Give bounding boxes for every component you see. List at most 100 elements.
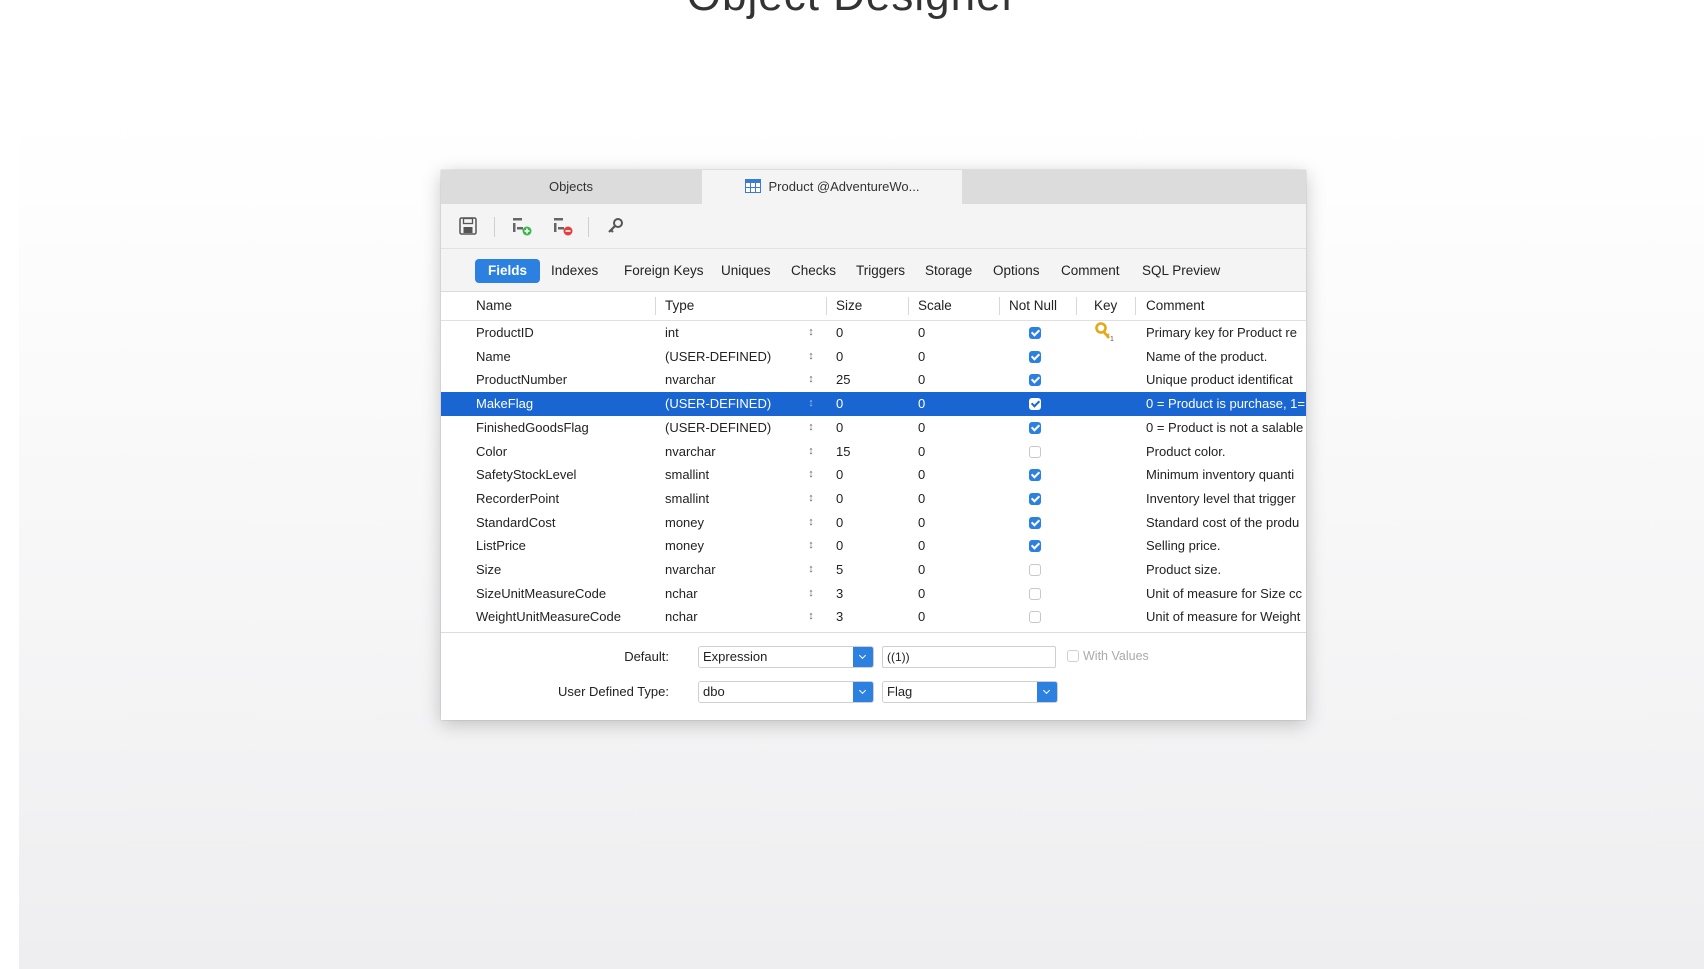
key-cell[interactable] [1092, 582, 1122, 606]
table-row[interactable]: Size nvarchar ↕ 5 0 Product size. [441, 558, 1306, 582]
field-type[interactable]: nvarchar [665, 440, 800, 464]
column-header-size[interactable]: Size [836, 292, 862, 320]
type-stepper-icon[interactable]: ↕ [804, 511, 818, 535]
field-size[interactable]: 0 [836, 321, 906, 345]
type-stepper-icon[interactable]: ↕ [804, 582, 818, 606]
type-stepper-icon[interactable]: ↕ [804, 392, 818, 416]
field-size[interactable]: 5 [836, 558, 906, 582]
subtab-indexes[interactable]: Indexes [538, 259, 611, 283]
field-size[interactable]: 0 [836, 345, 906, 369]
field-name[interactable]: MakeFlag [476, 392, 646, 416]
field-size[interactable]: 0 [836, 463, 906, 487]
not-null-checkbox[interactable] [1029, 392, 1045, 416]
field-scale[interactable]: 0 [918, 345, 988, 369]
save-icon[interactable] [456, 214, 480, 238]
table-row[interactable]: FinishedGoodsFlag (USER-DEFINED) ↕ 0 0 0 = Pr… [441, 416, 1306, 440]
key-cell[interactable] [1092, 605, 1122, 629]
field-name[interactable]: SizeUnitMeasureCode [476, 582, 646, 606]
field-scale[interactable]: 0 [918, 463, 988, 487]
table-row[interactable]: WeightUnitMeasureCode nchar ↕ 3 0 Unit of mea… [441, 605, 1306, 629]
field-type[interactable]: money [665, 534, 800, 558]
field-type[interactable]: smallint [665, 487, 800, 511]
field-type[interactable]: int [665, 321, 800, 345]
type-stepper-icon[interactable]: ↕ [804, 440, 818, 464]
not-null-checkbox[interactable] [1029, 534, 1045, 558]
field-name[interactable]: SafetyStockLevel [476, 463, 646, 487]
not-null-checkbox[interactable] [1029, 605, 1045, 629]
key-cell[interactable] [1092, 392, 1122, 416]
table-row[interactable]: RecorderPoint smallint ↕ 0 0 Inventory level … [441, 487, 1306, 511]
table-row[interactable]: ProductNumber nvarchar ↕ 25 0 Unique product … [441, 368, 1306, 392]
field-type[interactable]: nchar [665, 605, 800, 629]
not-null-checkbox[interactable] [1029, 368, 1045, 392]
field-scale[interactable]: 0 [918, 487, 988, 511]
subtab-fields[interactable]: Fields [475, 259, 541, 283]
field-size[interactable]: 0 [836, 392, 906, 416]
field-comment[interactable]: 0 = Product is not a salable [1146, 416, 1306, 440]
field-name[interactable]: FinishedGoodsFlag [476, 416, 646, 440]
subtab-comment[interactable]: Comment [1048, 259, 1133, 283]
field-size[interactable]: 25 [836, 368, 906, 392]
key-cell[interactable] [1092, 558, 1122, 582]
not-null-checkbox[interactable] [1029, 345, 1045, 369]
type-stepper-icon[interactable]: ↕ [804, 558, 818, 582]
add-field-icon[interactable] [510, 214, 534, 238]
field-name[interactable]: ProductNumber [476, 368, 646, 392]
field-size[interactable]: 0 [836, 511, 906, 535]
field-type[interactable]: (USER-DEFINED) [665, 416, 800, 440]
field-name[interactable]: StandardCost [476, 511, 646, 535]
field-name[interactable]: WeightUnitMeasureCode [476, 605, 646, 629]
key-cell[interactable] [1092, 534, 1122, 558]
field-size[interactable]: 0 [836, 487, 906, 511]
field-type[interactable]: smallint [665, 463, 800, 487]
type-stepper-icon[interactable]: ↕ [804, 605, 818, 629]
type-stepper-icon[interactable]: ↕ [804, 534, 818, 558]
table-row[interactable]: ProductID int ↕ 0 0 1 Primary key for Product … [441, 321, 1306, 345]
field-type[interactable]: (USER-DEFINED) [665, 392, 800, 416]
field-name[interactable]: ProductID [476, 321, 646, 345]
field-comment[interactable]: Primary key for Product re [1146, 321, 1306, 345]
field-comment[interactable]: Standard cost of the produ [1146, 511, 1306, 535]
field-scale[interactable]: 0 [918, 392, 988, 416]
field-scale[interactable]: 0 [918, 534, 988, 558]
table-row[interactable]: SafetyStockLevel smallint ↕ 0 0 Minimum inven… [441, 463, 1306, 487]
field-comment[interactable]: Name of the product. [1146, 345, 1306, 369]
field-size[interactable]: 3 [836, 582, 906, 606]
subtab-options[interactable]: Options [980, 259, 1053, 283]
table-row[interactable]: Color nvarchar ↕ 15 0 Product color. [441, 440, 1306, 464]
not-null-checkbox[interactable] [1029, 463, 1045, 487]
table-row[interactable]: Name (USER-DEFINED) ↕ 0 0 Name of the product… [441, 345, 1306, 369]
field-comment[interactable]: Product size. [1146, 558, 1306, 582]
field-comment[interactable]: Unit of measure for Size cc [1146, 582, 1306, 606]
field-comment[interactable]: Selling price. [1146, 534, 1306, 558]
table-row[interactable]: ListPrice money ↕ 0 0 Selling price. [441, 534, 1306, 558]
key-cell[interactable] [1092, 463, 1122, 487]
key-cell[interactable] [1092, 345, 1122, 369]
table-row[interactable]: StandardCost money ↕ 0 0 Standard cost of the… [441, 511, 1306, 535]
column-header-type[interactable]: Type [665, 292, 694, 320]
udt-type-combo[interactable]: Flag [882, 681, 1058, 703]
column-header-name[interactable]: Name [476, 292, 512, 320]
key-cell[interactable] [1092, 440, 1122, 464]
key-cell[interactable] [1092, 368, 1122, 392]
type-stepper-icon[interactable]: ↕ [804, 463, 818, 487]
tab-objects[interactable]: Objects [441, 170, 701, 204]
field-name[interactable]: RecorderPoint [476, 487, 646, 511]
field-name[interactable]: ListPrice [476, 534, 646, 558]
field-comment[interactable]: Unit of measure for Weight [1146, 605, 1306, 629]
column-header-scale[interactable]: Scale [918, 292, 952, 320]
not-null-checkbox[interactable] [1029, 582, 1045, 606]
field-size[interactable]: 0 [836, 534, 906, 558]
subtab-foreign-keys[interactable]: Foreign Keys [611, 259, 717, 283]
key-cell[interactable]: 1 [1092, 321, 1122, 345]
field-scale[interactable]: 0 [918, 558, 988, 582]
table-row[interactable]: MakeFlag (USER-DEFINED) ↕ 0 0 0 = Product is … [441, 392, 1306, 416]
field-size[interactable]: 0 [836, 416, 906, 440]
subtab-uniques[interactable]: Uniques [708, 259, 784, 283]
with-values-checkbox[interactable]: With Values [1067, 649, 1149, 663]
field-type[interactable]: (USER-DEFINED) [665, 345, 800, 369]
field-type[interactable]: nchar [665, 582, 800, 606]
field-comment[interactable]: Inventory level that trigger [1146, 487, 1306, 511]
key-cell[interactable] [1092, 511, 1122, 535]
type-stepper-icon[interactable]: ↕ [804, 487, 818, 511]
